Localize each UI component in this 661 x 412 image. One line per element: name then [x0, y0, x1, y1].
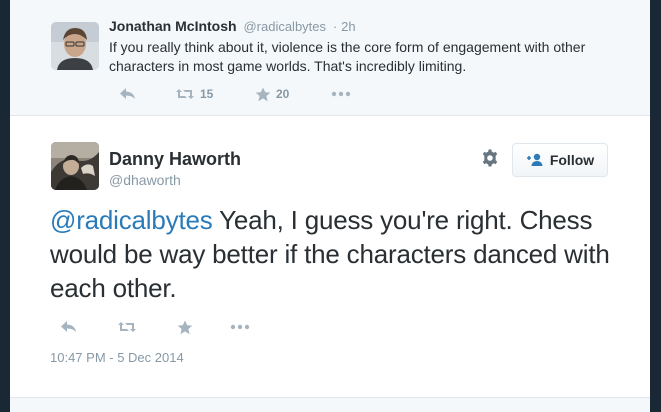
tweet-timestamp[interactable]: 10:47 PM - 5 Dec 2014	[50, 350, 184, 365]
reply-button[interactable]	[119, 84, 137, 104]
reply-button[interactable]	[60, 317, 78, 337]
author-handle[interactable]: @radicalbytes	[243, 19, 326, 34]
avatar[interactable]	[51, 22, 99, 70]
author-handle[interactable]: @dhaworth	[109, 172, 181, 188]
mention-link[interactable]: @radicalbytes	[50, 205, 213, 235]
parent-tweet[interactable]: Jonathan McIntosh @radicalbytes · 2h If …	[10, 0, 650, 116]
parent-tweet-header: Jonathan McIntosh @radicalbytes · 2h	[109, 18, 356, 34]
reply-icon	[119, 87, 137, 101]
follow-button[interactable]: Follow	[512, 143, 608, 177]
user-actions-button[interactable]	[479, 149, 501, 171]
star-icon	[255, 87, 271, 102]
more-button[interactable]	[230, 317, 250, 337]
gear-icon	[481, 149, 499, 172]
retweet-button[interactable]: 15	[175, 84, 213, 104]
favorite-button[interactable]	[177, 317, 193, 337]
retweet-count: 15	[200, 87, 214, 101]
more-icon	[230, 324, 250, 330]
parent-tweet-text: If you really think about it, violence i…	[109, 39, 586, 74]
separator: ·	[332, 19, 338, 34]
tweet-age[interactable]: 2h	[341, 19, 355, 34]
star-icon	[177, 320, 193, 335]
retweet-icon	[175, 87, 195, 101]
author-name[interactable]: Jonathan McIntosh	[109, 18, 237, 34]
more-button[interactable]	[331, 84, 351, 104]
avatar[interactable]	[51, 142, 99, 190]
favorite-count: 20	[276, 87, 290, 101]
tweet-card: Jonathan McIntosh @radicalbytes · 2h If …	[10, 0, 650, 412]
more-icon	[331, 91, 351, 97]
add-user-icon	[526, 153, 544, 167]
follow-label: Follow	[549, 152, 595, 168]
retweet-button[interactable]	[117, 317, 137, 337]
favorite-button[interactable]: 20	[255, 84, 289, 104]
reply-icon	[60, 320, 78, 334]
retweet-icon	[117, 320, 137, 334]
tweet-text: @radicalbytes Yeah, I guess you're right…	[50, 203, 630, 305]
author-name[interactable]: Danny Haworth	[109, 149, 241, 170]
reply-area-divider	[10, 397, 650, 412]
